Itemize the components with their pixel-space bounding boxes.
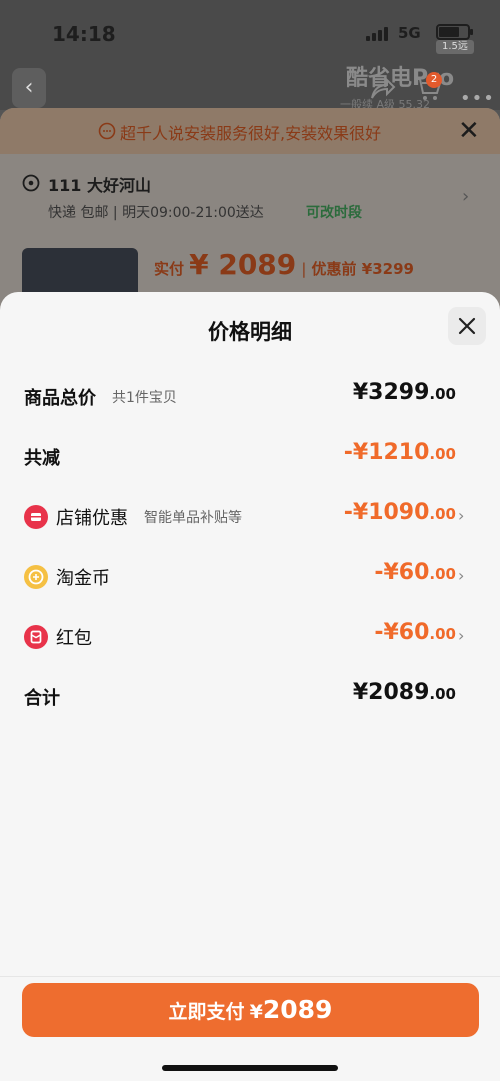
row-label: 共减 xyxy=(24,448,60,469)
row-sub: 智能单品补贴等 xyxy=(144,510,242,526)
chevron-right-icon: › xyxy=(458,626,465,645)
battery-icon xyxy=(436,24,473,40)
row-value: -¥60.00 xyxy=(374,560,456,585)
chat-bubble-icon xyxy=(98,122,116,140)
address-name[interactable]: 111 大好河山 xyxy=(48,172,151,196)
row-label: 店铺优惠 xyxy=(56,508,128,529)
row-red-packet[interactable]: 红包 -¥60.00 › xyxy=(0,616,500,656)
chevron-right-icon: › xyxy=(458,506,465,525)
sheet-title: 价格明细 xyxy=(208,320,292,344)
cart-count-badge: 2 xyxy=(426,72,442,88)
delivery-info: 快递 包邮 | 明天09:00-21:00送达 xyxy=(48,205,264,221)
row-label: 商品总价 xyxy=(24,388,96,409)
pay-now-label: 立即支付 xyxy=(168,1001,245,1023)
close-button[interactable] xyxy=(448,307,486,345)
row-goods-total: 商品总价 共1件宝贝 ¥3299.00 xyxy=(0,376,500,416)
row-label: 合计 xyxy=(24,688,60,709)
row-value: ¥3299.00 xyxy=(352,380,456,405)
pay-now-currency: ¥ xyxy=(249,1001,263,1023)
gold-coin-icon xyxy=(24,565,48,589)
row-store-discount[interactable]: 店铺优惠 智能单品补贴等 -¥1090.00 › xyxy=(0,496,500,536)
red-packet-icon xyxy=(24,625,48,649)
pay-now-amount: 2089 xyxy=(262,995,333,1024)
chevron-right-icon: › xyxy=(458,566,465,585)
status-bar: 14:18 5G 1.5远 xyxy=(0,0,500,60)
store-coupon-icon xyxy=(24,505,48,529)
home-indicator[interactable] xyxy=(162,1065,338,1071)
row-label: 淘金币 xyxy=(56,568,110,589)
price-detail-sheet: 价格明细 商品总价 共1件宝贝 ¥3299.00 共减 -¥1210.00 店铺… xyxy=(0,292,500,1081)
pay-label: 实付 xyxy=(154,260,185,278)
row-grand-total: 合计 ¥2089.00 xyxy=(0,676,500,716)
pay-separator: | xyxy=(301,260,307,278)
close-icon xyxy=(458,317,476,335)
notice-close-icon[interactable]: ✕ xyxy=(458,116,480,146)
row-value: -¥1210.00 xyxy=(343,440,456,465)
row-label: 红包 xyxy=(56,628,92,649)
notice-bar: 超千人说安装服务很好,安装效果很好 ✕ xyxy=(0,108,500,154)
back-button[interactable]: ‹ xyxy=(12,68,46,108)
status-time: 14:18 xyxy=(52,22,116,46)
row-gold-coin[interactable]: 淘金币 -¥60.00 › xyxy=(0,556,500,596)
speed-badge: 1.5远 xyxy=(436,40,474,54)
pay-amount: ¥ 2089 xyxy=(189,248,297,281)
signal-icon xyxy=(366,27,390,41)
network-label: 5G xyxy=(398,24,421,42)
pay-summary: 实付 ¥ 2089 | 优惠前 ¥3299 xyxy=(154,248,414,288)
row-total-discount: 共减 -¥1210.00 xyxy=(0,436,500,476)
address-chevron-icon[interactable]: › xyxy=(462,186,469,207)
row-value: ¥2089.00 xyxy=(352,680,456,705)
pay-before-discount: 优惠前 ¥3299 xyxy=(311,260,414,278)
row-sub: 共1件宝贝 xyxy=(112,390,177,406)
row-value: -¥1090.00 xyxy=(343,500,456,525)
more-icon[interactable]: ••• xyxy=(460,88,495,109)
pay-now-button[interactable]: 立即支付 ¥2089 xyxy=(22,983,479,1037)
change-time-link[interactable]: 可改时段 xyxy=(306,202,362,222)
share-icon[interactable] xyxy=(368,76,396,102)
location-pin-icon xyxy=(22,174,40,192)
row-value: -¥60.00 xyxy=(374,620,456,645)
notice-text: 超千人说安装服务很好,安装效果很好 xyxy=(120,124,382,143)
